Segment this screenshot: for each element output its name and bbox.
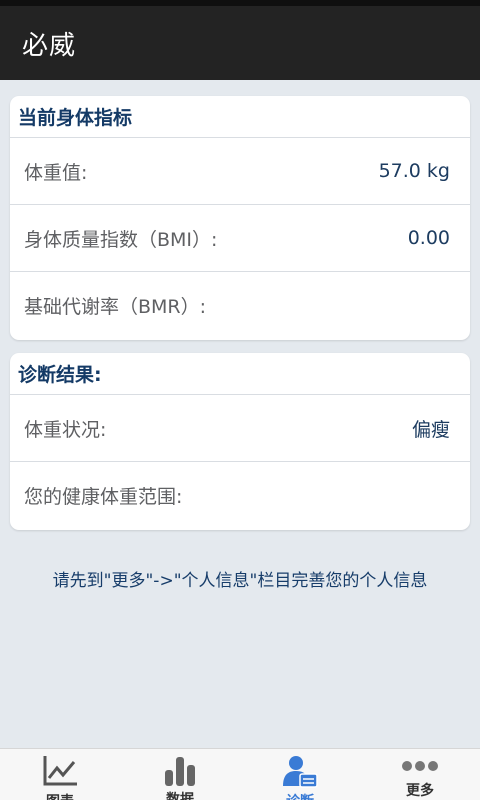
bmi-value: 0.00 [407,227,450,249]
tab-more[interactable]: 更多 [360,749,480,800]
bar-chart-icon [160,754,200,786]
weight-status-row: 体重状况: 偏瘦 [10,395,470,462]
tab-charts-label: 图表 [46,791,74,800]
bmi-label: 身体质量指数（BMI）: [24,228,218,251]
app-bar: 必威 [0,6,480,80]
weight-label: 体重值: [24,161,88,184]
tab-diagnosis-label: 诊断 [286,791,314,800]
bmr-label: 基础代谢率（BMR）: [24,296,207,318]
weight-row: 体重值: 57.0 kg [10,138,470,205]
tab-data[interactable]: 数据 [120,749,240,800]
bmi-row: 身体质量指数（BMI）: 0.00 [10,205,470,272]
user-card-icon [280,754,320,788]
weight-value: 57.0 kg [378,160,450,182]
app-title: 必威 [22,30,77,61]
tab-data-label: 数据 [166,792,194,800]
bottom-tab-bar: 图表 数据 诊断 [0,748,480,800]
tab-more-label: 更多 [406,783,434,799]
tab-charts[interactable]: 图表 [0,749,120,800]
diagnosis-card: 诊断结果: 体重状况: 偏瘦 您的健康体重范围: [10,353,470,530]
healthy-range-row: 您的健康体重范围: [10,462,470,529]
healthy-range-label: 您的健康体重范围: [24,486,183,508]
body-metrics-title: 当前身体指标 [10,96,470,138]
line-chart-icon [40,754,80,788]
weight-status-value: 偏瘦 [411,418,450,441]
diagnosis-title: 诊断结果: [10,353,470,395]
profile-hint: 请先到"更多"->"个人信息"栏目完善您的个人信息 [52,571,428,591]
bmr-row: 基础代谢率（BMR）: [10,272,470,339]
more-dots-icon [400,754,440,777]
weight-status-label: 体重状况: [24,418,107,441]
body-metrics-card: 当前身体指标 体重值: 57.0 kg 身体质量指数（BMI）: 0.00 基础… [10,96,470,340]
tab-diagnosis[interactable]: 诊断 [240,749,360,800]
